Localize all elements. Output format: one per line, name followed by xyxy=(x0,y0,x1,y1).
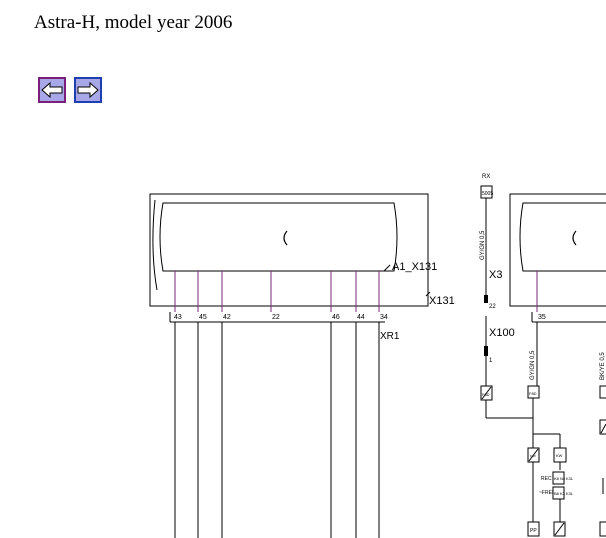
relay-cell-label: B8 K3 xyxy=(554,491,566,496)
left-pin-label: 42 xyxy=(223,314,231,321)
x100-pin-label: 1 xyxy=(489,358,493,364)
relay-row-label: REC xyxy=(541,476,552,482)
connector-x100-label: X100 xyxy=(489,327,515,339)
left-wires xyxy=(174,322,380,538)
left-component-block xyxy=(149,193,431,307)
kw-box-label: KW xyxy=(556,453,563,458)
right-edge-marks xyxy=(599,419,606,537)
right-wire-color-label: BK/YE 0,5 xyxy=(600,352,606,380)
left-pin-label: 22 xyxy=(272,314,280,321)
left-pin-label: 45 xyxy=(199,314,207,321)
pp-box-label: PP xyxy=(530,528,537,534)
left-pin-label: 34 xyxy=(380,314,388,321)
relay-row-label: ~FREI xyxy=(539,490,553,496)
right-pin-label: 35 xyxy=(538,314,546,321)
switch-box xyxy=(553,521,566,537)
right-wire-color-label: GY/GN 0,5 xyxy=(530,350,536,380)
connector-x3-label: X3 xyxy=(489,269,502,281)
wire-color-label: GY/GN 0,5 xyxy=(480,230,486,260)
wiring-diagram: A1_X131 X131 43 45 42 22 46 44 34 XR1 RX… xyxy=(149,174,606,538)
connector-xr1-label: XR1 xyxy=(380,331,400,342)
ground-box-label: 5005 xyxy=(482,191,493,197)
x3-pin-label: 22 xyxy=(489,304,496,310)
x100-pin-marker xyxy=(484,346,488,356)
connector-a1-x131-label: A1_X131 xyxy=(392,261,437,273)
x3-pin-marker xyxy=(484,295,488,303)
connector-x131-label: X131 xyxy=(429,295,455,307)
middle-wire xyxy=(485,198,561,448)
left-pin-label: 43 xyxy=(174,314,182,321)
left-pin-label: 46 xyxy=(332,314,340,321)
right-component-block xyxy=(509,193,606,307)
relay-cell-label: K3L xyxy=(566,491,574,496)
relay-cell-label: K3L xyxy=(566,476,574,481)
kw-small-label: K/W xyxy=(530,454,536,458)
left-pin-label: 44 xyxy=(357,314,365,321)
fuse-label: F8D xyxy=(482,392,490,397)
wire-code-label: RX xyxy=(482,174,490,180)
right-connector-bar xyxy=(531,312,606,386)
relay-cell-label: K8 N4 xyxy=(554,476,566,481)
fuse-label: F8D xyxy=(529,391,537,396)
edge-box xyxy=(599,385,606,399)
